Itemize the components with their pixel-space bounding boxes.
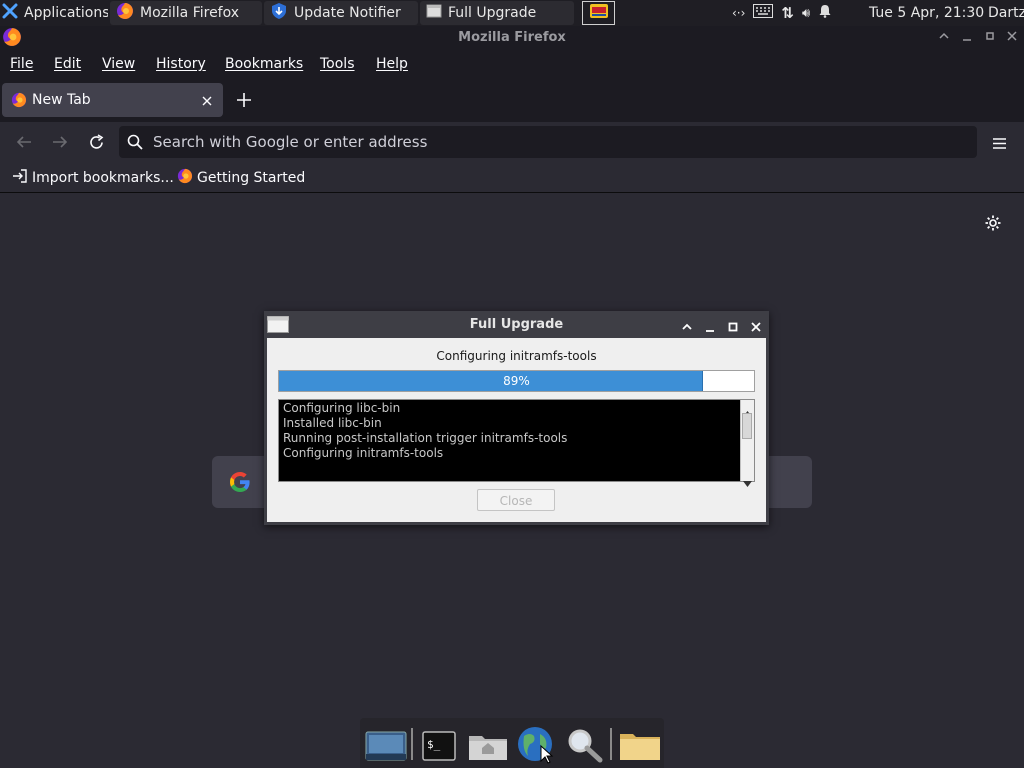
log-line: Installed libc-bin [283, 416, 382, 430]
dialog-title: Full Upgrade [469, 317, 564, 332]
tab-new-tab[interactable]: New Tab [2, 83, 223, 117]
system-monitor-icon [589, 3, 609, 23]
magnifier-icon [568, 729, 603, 763]
window-shade-button[interactable] [936, 30, 952, 46]
navigation-toolbar: Search with Google or enter address [0, 122, 1024, 162]
taskbar-item-monitor[interactable] [582, 1, 615, 25]
address-bar[interactable]: Search with Google or enter address [119, 126, 977, 158]
menu-file[interactable]: File [10, 56, 33, 72]
tab-strip: New Tab [0, 78, 1024, 122]
network-arrows-icon[interactable]: ‹·› [732, 6, 745, 20]
taskbar-item-full-upgrade[interactable]: Full Upgrade [420, 1, 574, 25]
show-desktop-icon [365, 731, 407, 761]
xfce-logo-icon [2, 3, 18, 23]
applications-menu-button[interactable]: Applications ⋮ [0, 1, 108, 25]
scroll-down-icon[interactable] [743, 472, 752, 491]
address-placeholder: Search with Google or enter address [153, 133, 428, 151]
dialog-maximize-button[interactable] [727, 318, 739, 337]
menubar: File Edit View History Bookmarks Tools H… [0, 50, 1024, 78]
network-updown-icon[interactable]: ⇅ [781, 4, 794, 22]
search-launcher[interactable] [564, 724, 603, 764]
window-icon [426, 4, 442, 22]
dock: $_ [360, 718, 664, 768]
notification-bell-icon[interactable] [818, 4, 832, 22]
taskbar-item-update-notifier[interactable]: Update Notifier [264, 1, 418, 25]
window-maximize-button[interactable] [982, 30, 998, 46]
globe-icon [518, 727, 554, 764]
applications-label: Applications [24, 5, 108, 21]
bookmark-label: Import bookmarks... [32, 170, 174, 186]
window-close-button[interactable] [1004, 30, 1020, 46]
upgrade-progress-bar: 89% [278, 370, 755, 392]
bookmark-label: Getting Started [197, 170, 306, 186]
user-menu[interactable]: Dartz [988, 0, 1024, 26]
import-icon [12, 168, 28, 188]
log-line: Running post-installation trigger initra… [283, 431, 568, 445]
taskbar-item-label: Full Upgrade [448, 5, 537, 21]
progress-label: 89% [503, 374, 530, 388]
gear-icon[interactable] [984, 214, 1002, 236]
dock-separator [610, 728, 612, 760]
menu-view[interactable]: View [102, 56, 135, 72]
menu-bookmarks[interactable]: Bookmarks [225, 56, 303, 72]
show-desktop-launcher[interactable] [364, 724, 407, 764]
window-title: Mozilla Firefox [458, 30, 566, 45]
terminal-icon: $_ [422, 731, 456, 761]
web-browser-launcher[interactable] [514, 724, 554, 764]
full-upgrade-dialog: Full Upgrade Configuring initramfs-tools… [264, 311, 769, 525]
clock[interactable]: Tue 5 Apr, 21:30 [869, 0, 984, 26]
dialog-titlebar[interactable]: Full Upgrade [264, 311, 769, 338]
dialog-shade-button[interactable] [681, 318, 693, 337]
dialog-close-button[interactable] [750, 318, 762, 337]
menu-edit[interactable]: Edit [54, 56, 81, 72]
menu-tools[interactable]: Tools [320, 56, 355, 72]
dialog-status: Configuring initramfs-tools [436, 349, 597, 363]
bookmark-getting-started[interactable]: Getting Started [177, 168, 305, 188]
taskbar-item-firefox[interactable]: Mozilla Firefox [110, 1, 262, 25]
terminal-launcher[interactable]: $_ [420, 724, 458, 764]
home-folder-icon [469, 736, 507, 760]
dock-separator [411, 728, 413, 760]
bookmarks-toolbar: Import bookmarks... Getting Started [0, 162, 1024, 193]
menu-history[interactable]: History [156, 56, 206, 72]
log-line: Configuring libc-bin [283, 401, 401, 415]
top-panel: Applications ⋮ Mozilla Firefox Update No… [0, 0, 1024, 26]
dialog-body: Configuring initramfs-tools 89% Configur… [267, 338, 766, 522]
dialog-minimize-button[interactable] [704, 318, 716, 337]
google-logo-icon [228, 470, 252, 498]
tab-label: New Tab [32, 92, 91, 108]
new-tab-button[interactable] [236, 92, 252, 112]
tab-close-icon[interactable] [201, 92, 213, 111]
reload-button[interactable] [88, 134, 105, 155]
firefox-icon [11, 92, 27, 112]
firefox-icon [116, 2, 134, 24]
files-launcher[interactable] [618, 724, 660, 764]
menu-help[interactable]: Help [376, 56, 408, 72]
shield-icon [270, 2, 288, 24]
svg-text:$_: $_ [427, 738, 441, 751]
bookmark-import[interactable]: Import bookmarks... [12, 168, 174, 188]
firefox-icon [177, 168, 193, 188]
home-folder-launcher[interactable] [466, 724, 507, 764]
log-scrollbar[interactable] [740, 400, 754, 487]
log-line: Configuring initramfs-tools [283, 446, 444, 460]
window-minimize-button[interactable] [959, 30, 975, 46]
window-titlebar[interactable]: Mozilla Firefox [0, 26, 1024, 50]
taskbar-item-label: Mozilla Firefox [140, 5, 240, 21]
terminal-log[interactable]: Configuring libc-bin Installed libc-bin … [278, 399, 755, 487]
back-button[interactable] [15, 134, 33, 154]
forward-button[interactable] [51, 134, 69, 154]
scroll-thumb[interactable] [742, 413, 752, 439]
close-button[interactable]: Close [477, 489, 555, 511]
taskbar-item-label: Update Notifier [294, 5, 401, 21]
search-icon [127, 134, 143, 154]
hamburger-menu-icon[interactable] [992, 135, 1007, 154]
folder-icon [620, 734, 660, 760]
keyboard-icon[interactable] [753, 4, 774, 22]
volume-icon[interactable]: 🔊︎ [802, 6, 810, 21]
